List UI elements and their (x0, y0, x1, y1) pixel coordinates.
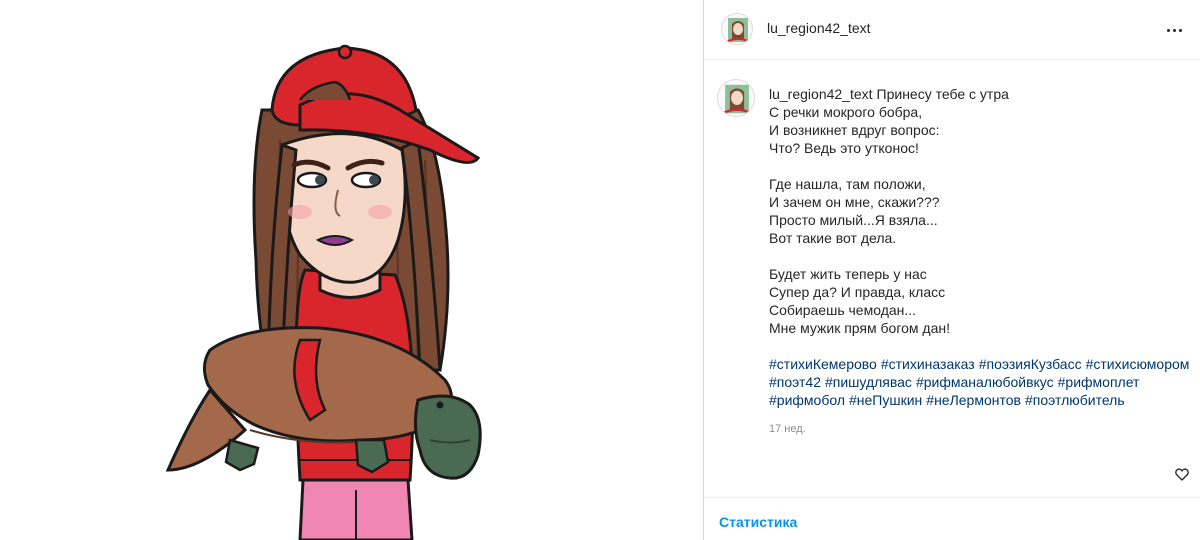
comments-section: lu_region42_text Принесу тебе с утра С ре… (705, 61, 1200, 496)
avatar[interactable] (721, 13, 753, 45)
hashtag-link[interactable]: #пишудлявас (825, 374, 912, 390)
post-footer: Статистика (705, 497, 1200, 540)
dot (1172, 28, 1176, 32)
hashtags: #стихиКемерово #стихиназаказ #поэзияКузбас… (769, 355, 1194, 409)
hashtag-link[interactable]: #стихисюмором (1086, 356, 1190, 372)
post-image (0, 0, 704, 540)
caption-line: И возникнет вдруг вопрос: (769, 122, 940, 138)
caption-text: lu_region42_text Принесу тебе с утра С ре… (769, 85, 1194, 409)
avatar-image (722, 84, 752, 115)
post-username[interactable]: lu_region42_text (767, 20, 871, 36)
caption-line: Просто милый...Я взяла... (769, 212, 938, 228)
statistics-link[interactable]: Статистика (719, 514, 797, 530)
hashtag-link[interactable]: #рифмоплет (1058, 374, 1140, 390)
bitmoji-illustration (165, 44, 482, 540)
caption-line: Вот такие вот дела. (769, 230, 897, 246)
hashtag-link[interactable]: #стихиКемерово (769, 356, 877, 372)
hashtag-link[interactable]: #неЛермонтов (926, 392, 1021, 408)
caption-line: С речки мокрого бобра, (769, 104, 923, 120)
hashtag-link[interactable]: #поэтлюбитель (1025, 392, 1125, 408)
caption-line: Супер да? И правда, класс (769, 284, 946, 300)
post-timestamp[interactable]: 17 нед. (769, 423, 806, 435)
caption-line: Будет жить теперь у нас (769, 266, 927, 282)
hashtag-link[interactable]: #стихиназаказ (881, 356, 975, 372)
caption-line: Где нашла, там положи, (769, 176, 926, 192)
post-side-panel: lu_region42_text lu_region42_text Принесу… (705, 0, 1200, 540)
post-header: lu_region42_text (705, 0, 1200, 60)
hashtag-link[interactable]: #рифманалюбойвкус (916, 374, 1054, 390)
dot (1178, 28, 1182, 32)
heart-icon[interactable] (1174, 466, 1190, 482)
avatar-image (725, 18, 751, 43)
hashtag-link[interactable]: #неПушкин (849, 392, 922, 408)
hashtag-link[interactable]: #поэт42 (769, 374, 821, 390)
dot (1166, 28, 1170, 32)
more-options-icon[interactable] (1162, 18, 1186, 42)
caption-avatar[interactable] (717, 79, 755, 117)
caption-username[interactable]: lu_region42_text (769, 86, 873, 102)
caption-line: Собираешь чемодан... (769, 302, 917, 318)
hashtag-link[interactable]: #рифмобол (769, 392, 845, 408)
caption-line: Что? Ведь это утконос! (769, 140, 919, 156)
caption-line: Принесу тебе с утра (876, 86, 1009, 102)
caption-line: Мне мужик прям богом дан! (769, 320, 950, 336)
caption-line: И зачем он мне, скажи??? (769, 194, 940, 210)
caption-first-line: lu_region42_text Принесу тебе с утра (769, 85, 1194, 103)
hashtag-link[interactable]: #поэзияКузбасс (979, 356, 1082, 372)
